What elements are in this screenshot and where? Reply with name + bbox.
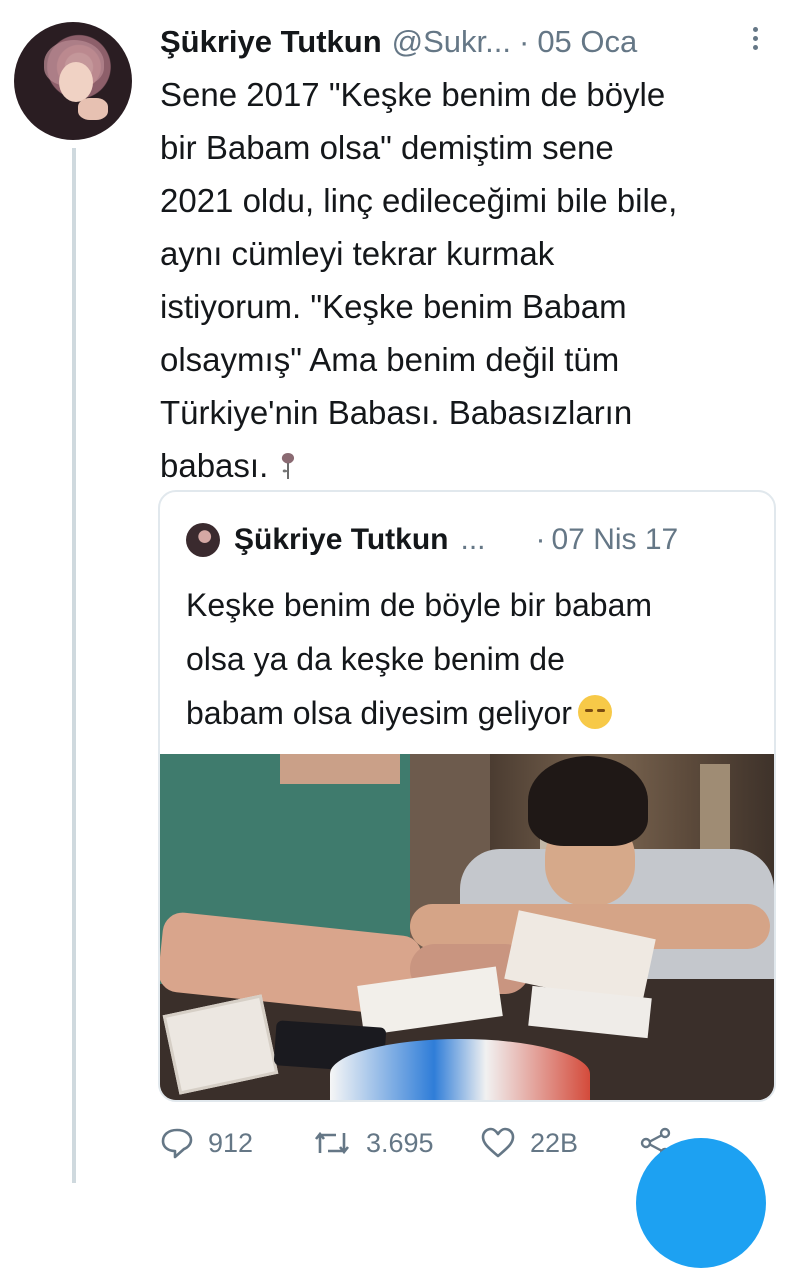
heart-icon — [481, 1127, 515, 1158]
header-separator: · — [518, 24, 530, 59]
tweet-text: Sene 2017 "Keşke benim de böyle bir Baba… — [160, 68, 790, 492]
quoted-handle-truncated: ... — [460, 523, 486, 556]
pensive-face-emoji — [577, 695, 612, 729]
author-handle[interactable]: @Sukr... — [392, 24, 511, 60]
quoted-avatar — [186, 523, 220, 557]
photo-man-head — [280, 754, 400, 784]
photo-cards — [330, 1039, 590, 1100]
author-avatar[interactable] — [14, 22, 132, 140]
thread-line — [72, 148, 76, 1183]
tweet-text-body: Sene 2017 "Keşke benim de böyle bir Baba… — [160, 76, 678, 484]
avatar-hand — [78, 98, 108, 120]
rose-icon — [282, 453, 295, 479]
quoted-header: Şükriye Tutkun ... · 07 Nis 17 — [186, 520, 678, 560]
retweet-icon — [314, 1131, 350, 1155]
avatar-face — [59, 62, 93, 102]
author-name[interactable]: Şükriye Tutkun — [160, 24, 382, 60]
like-button[interactable]: 22B — [480, 1118, 578, 1168]
reply-icon — [161, 1128, 193, 1159]
compose-tweet-button[interactable] — [636, 1138, 766, 1268]
quoted-author-name: Şükriye Tutkun — [234, 523, 449, 556]
tweet-header: Şükriye Tutkun @Sukr... · 05 Oca — [160, 22, 800, 62]
photo-boy-hair — [528, 756, 648, 846]
quoted-text: Keşke benim de böyle bir babam olsa ya d… — [186, 578, 756, 740]
reply-count: 912 — [208, 1127, 254, 1158]
tweet-date[interactable]: 05 Oca — [537, 24, 637, 60]
like-count: 22B — [530, 1127, 579, 1158]
quoted-date: 07 Nis 17 — [551, 523, 679, 556]
reply-button[interactable]: 912 — [160, 1118, 253, 1168]
quoted-photo[interactable] — [160, 754, 774, 1100]
retweet-count: 3.695 — [366, 1127, 434, 1158]
quoted-separator: · — [535, 523, 546, 556]
more-options-icon[interactable] — [745, 24, 765, 58]
quoted-tweet[interactable]: Şükriye Tutkun ... · 07 Nis 17 Keşke ben… — [158, 490, 776, 1102]
retweet-button[interactable]: 3.695 — [312, 1118, 434, 1168]
